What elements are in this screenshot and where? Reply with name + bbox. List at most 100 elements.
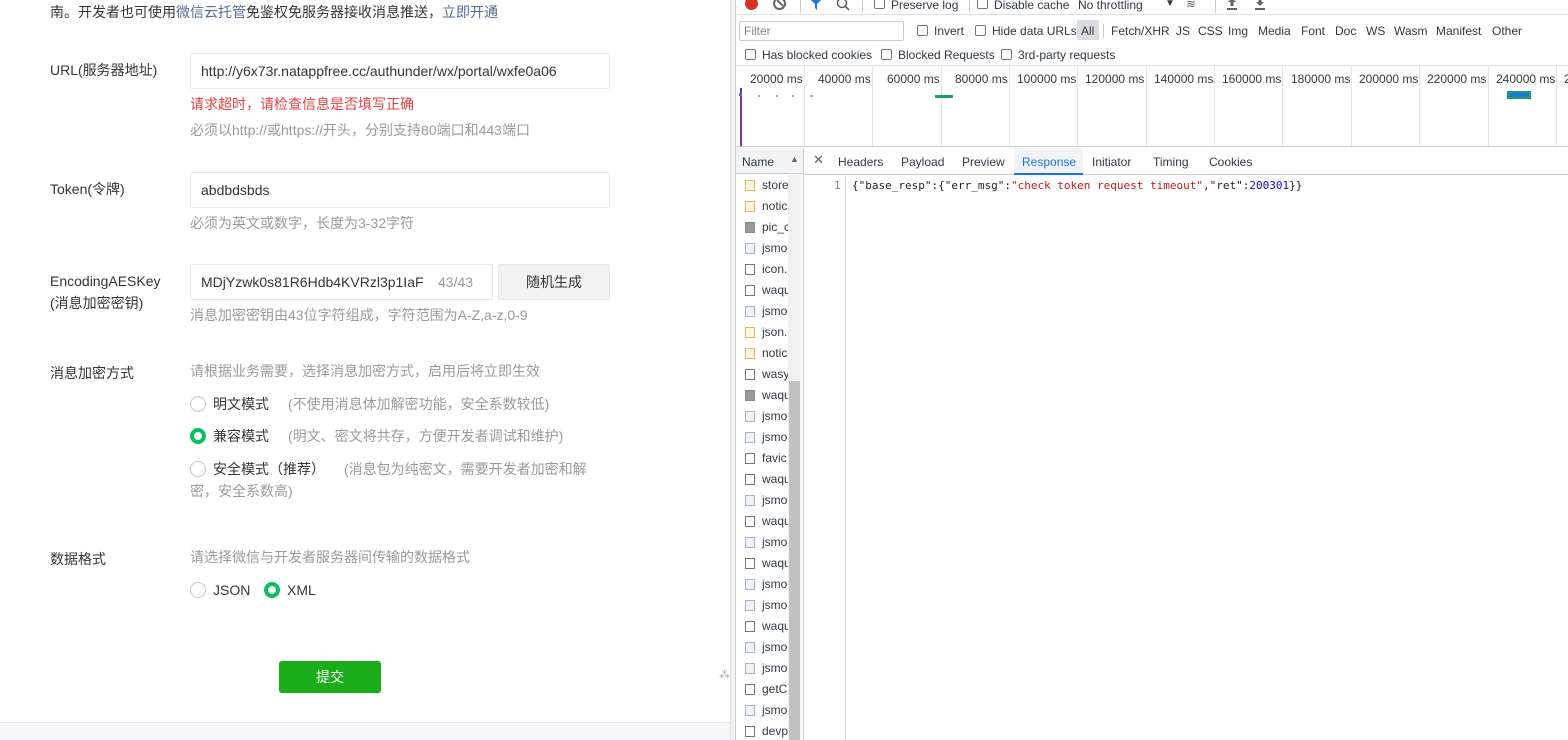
timeline-tick: 200000 ms xyxy=(1359,72,1419,86)
type-filter-other[interactable]: Other xyxy=(1492,23,1522,39)
request-row[interactable]: favic xyxy=(736,448,788,469)
preserve-log-checkbox[interactable] xyxy=(874,0,885,9)
request-row[interactable]: jsmo xyxy=(736,658,788,679)
name-column-header[interactable]: Name ▲ xyxy=(736,148,804,174)
request-name: store xyxy=(762,178,788,192)
network-conditions-icon[interactable]: ≋ xyxy=(1186,0,1196,12)
request-row[interactable]: waqu xyxy=(736,469,788,490)
request-row[interactable]: getC xyxy=(736,679,788,700)
clear-icon[interactable] xyxy=(773,0,786,10)
tab-response[interactable]: Response xyxy=(1022,154,1076,170)
request-row[interactable]: notic xyxy=(736,196,788,217)
request-row[interactable]: waqu xyxy=(736,553,788,574)
secure-mode-label[interactable]: 安全模式（推荐） xyxy=(213,459,325,479)
request-name: jsmo xyxy=(762,703,788,717)
throttling-select[interactable]: No throttling xyxy=(1078,0,1143,13)
has-blocked-cookies-label: Has blocked cookies xyxy=(762,48,873,62)
type-filter-font[interactable]: Font xyxy=(1301,23,1325,39)
type-filter-img[interactable]: Img xyxy=(1228,23,1248,39)
request-row[interactable]: wasy xyxy=(736,364,788,385)
search-icon[interactable] xyxy=(836,0,850,11)
request-row[interactable]: jsmo xyxy=(736,637,788,658)
json-format-radio[interactable] xyxy=(190,582,206,598)
type-filter-fetch-xhr[interactable]: Fetch/XHR xyxy=(1111,23,1170,39)
xml-format-radio[interactable] xyxy=(264,582,280,598)
request-row[interactable]: jsmo xyxy=(736,532,788,553)
type-filter-all[interactable]: All xyxy=(1081,23,1094,39)
compatible-mode-radio[interactable] xyxy=(190,428,206,444)
disable-cache-checkbox[interactable] xyxy=(977,0,988,9)
secure-mode-radio[interactable] xyxy=(190,461,206,477)
tab-timing[interactable]: Timing xyxy=(1153,154,1189,170)
type-filter-css[interactable]: CSS xyxy=(1198,23,1223,39)
xml-format-label[interactable]: XML xyxy=(287,580,316,600)
json-format-label[interactable]: JSON xyxy=(213,580,250,600)
request-row[interactable]: waqu xyxy=(736,616,788,637)
request-row[interactable]: store xyxy=(736,175,788,196)
plaintext-mode-label[interactable]: 明文模式 xyxy=(213,394,269,414)
request-row[interactable]: jsmo xyxy=(736,595,788,616)
request-row[interactable]: waqu xyxy=(736,280,788,301)
timeline-grid xyxy=(1351,66,1352,146)
request-row[interactable]: notic xyxy=(736,343,788,364)
compatible-mode-label[interactable]: 兼容模式 xyxy=(213,426,269,446)
third-party-checkbox[interactable] xyxy=(1001,49,1012,60)
request-name: waqu xyxy=(762,283,788,297)
chevron-down-icon[interactable]: ▼ xyxy=(1165,0,1175,12)
token-hint: 必须为英文或数字，长度为3-32字符 xyxy=(190,215,415,231)
request-row[interactable]: jsmo xyxy=(736,238,788,259)
file-gen-icon xyxy=(745,369,755,380)
record-icon[interactable] xyxy=(745,0,758,10)
request-list-scrollbar[interactable] xyxy=(788,175,801,740)
tab-preview[interactable]: Preview xyxy=(962,154,1005,170)
filter-icon[interactable] xyxy=(808,0,824,11)
request-row[interactable]: jsmo xyxy=(736,406,788,427)
request-row[interactable]: jsmo xyxy=(736,427,788,448)
request-row[interactable]: jsmo xyxy=(736,574,788,595)
tab-initiator[interactable]: Initiator xyxy=(1092,154,1131,170)
export-har-icon[interactable] xyxy=(1254,0,1266,10)
import-har-icon[interactable] xyxy=(1226,0,1238,10)
plaintext-mode-radio[interactable] xyxy=(190,396,206,412)
type-filter-ws[interactable]: WS xyxy=(1366,23,1385,39)
request-row[interactable]: devp xyxy=(736,721,788,740)
wechat-cloud-link[interactable]: 微信云托管 xyxy=(176,4,246,20)
invert-checkbox[interactable] xyxy=(917,25,928,36)
request-row[interactable]: pic_c xyxy=(736,217,788,238)
filter-input[interactable]: Filter xyxy=(739,21,904,41)
type-filter-js[interactable]: JS xyxy=(1176,23,1190,39)
has-blocked-cookies-checkbox[interactable] xyxy=(745,49,756,60)
type-filter-doc[interactable]: Doc xyxy=(1335,23,1356,39)
request-row[interactable]: waqu xyxy=(736,385,788,406)
drag-handle-icon[interactable]: ⁂ xyxy=(719,668,730,681)
url-input[interactable]: http://y6x73r.natappfree.cc/authunder/wx… xyxy=(190,53,610,89)
token-input[interactable]: abdbdsbds xyxy=(190,172,610,208)
type-filter-wasm[interactable]: Wasm xyxy=(1394,23,1428,39)
tab-headers[interactable]: Headers xyxy=(838,154,883,170)
type-filter-media[interactable]: Media xyxy=(1258,23,1291,39)
request-row[interactable]: json. xyxy=(736,322,788,343)
timeline-bar xyxy=(1507,91,1531,99)
request-row[interactable]: icon. xyxy=(736,259,788,280)
request-row[interactable]: jsmo xyxy=(736,490,788,511)
scrollbar-thumb[interactable] xyxy=(789,381,800,740)
request-row[interactable]: jsmo xyxy=(736,301,788,322)
random-generate-button[interactable]: 随机生成 xyxy=(498,264,610,300)
request-name: jsmo xyxy=(762,598,788,612)
tab-cookies[interactable]: Cookies xyxy=(1209,154,1252,170)
network-toolbar: Preserve log Disable cache No throttling… xyxy=(736,0,1568,15)
type-filter-manifest[interactable]: Manifest xyxy=(1436,23,1481,39)
close-icon[interactable]: ✕ xyxy=(813,152,824,168)
submit-button[interactable]: 提交 xyxy=(279,661,381,693)
file-gen-icon xyxy=(745,285,755,296)
request-row[interactable]: waqu xyxy=(736,511,788,532)
preserve-log-label: Preserve log xyxy=(891,0,959,12)
request-name: waqu xyxy=(762,619,788,633)
enable-now-link[interactable]: 立即开通 xyxy=(442,4,498,20)
blocked-requests-checkbox[interactable] xyxy=(881,49,892,60)
response-body[interactable]: {"base_resp":{"err_msg":"check token req… xyxy=(852,179,1302,193)
request-row[interactable]: jsmo xyxy=(736,700,788,721)
tab-payload[interactable]: Payload xyxy=(901,154,944,170)
request-name: favic xyxy=(762,451,787,465)
hide-data-urls-checkbox[interactable] xyxy=(975,25,986,36)
